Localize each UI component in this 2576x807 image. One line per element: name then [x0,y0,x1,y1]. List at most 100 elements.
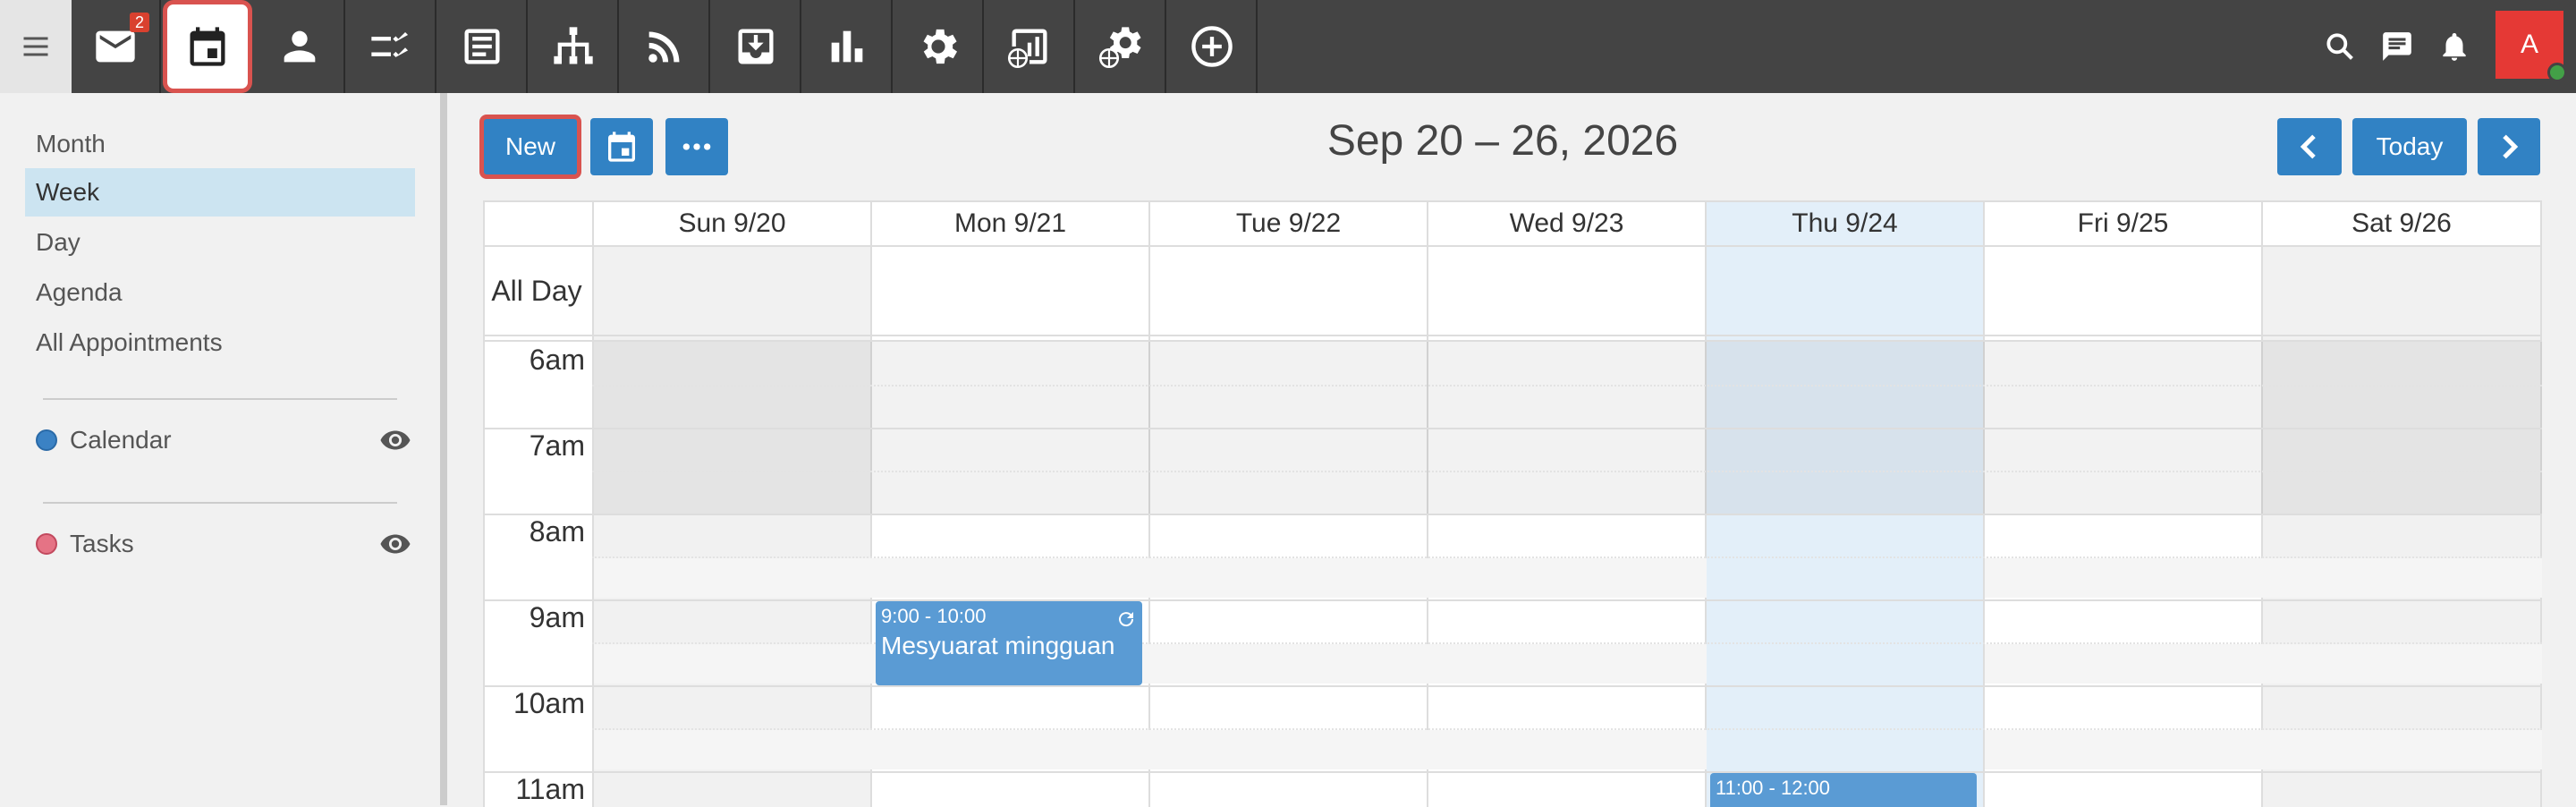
next-week-button[interactable] [2478,118,2540,175]
nav-settings-button[interactable] [894,0,984,93]
eye-visibility-icon[interactable] [379,424,411,456]
half-hour-shade [1985,730,2542,769]
view-week[interactable]: Week [25,168,415,217]
eye-visibility-icon[interactable] [379,528,411,560]
new-appointment-button[interactable]: New [479,115,581,179]
day-column[interactable] [2263,247,2542,807]
nav-calendar-button[interactable] [163,0,252,93]
half-hour-shade [594,644,1707,684]
calendar-list-item[interactable]: Calendar [36,418,411,463]
hour-line [485,514,2542,515]
hour-label: 6am [529,344,585,376]
day-column[interactable] [872,247,1150,807]
nav-reports-button[interactable] [803,0,893,93]
nav-analytics-button[interactable] [986,0,1075,93]
nav-add-app-button[interactable] [1168,0,1258,93]
day-header[interactable]: Mon 9/21 [872,202,1150,247]
calendar-name: Tasks [70,530,134,557]
chevron-left-icon [2300,134,2316,159]
hour-label: 10am [513,687,585,719]
online-status-indicator [2547,63,2567,82]
inbox-download-icon [738,29,774,64]
nav-mail-button[interactable]: 2 [72,0,161,93]
event-title: Mesyuarat mingguan [881,632,1115,659]
calendar-name: Calendar [70,426,172,454]
nav-notes-button[interactable] [438,0,528,93]
appointment-event[interactable]: 9:00 - 10:00 Mesyuarat mingguan [876,601,1142,685]
date-picker-button[interactable] [590,118,653,175]
day-header[interactable]: Wed 9/23 [1428,202,1707,247]
day-header[interactable]: Fri 9/25 [1985,202,2263,247]
half-hour-shade [1985,558,2542,598]
more-horizontal-icon [682,143,711,150]
day-header-today[interactable]: Thu 9/24 [1707,202,1985,247]
notifications-bell-icon [2443,32,2466,61]
day-header[interactable]: Sun 9/20 [594,202,872,247]
calendar-list-item[interactable]: Tasks [36,522,411,566]
hour-label: 7am [529,429,585,462]
chat-icon [2383,32,2411,61]
nav-org-chart-button[interactable] [530,0,619,93]
view-all-appointments[interactable]: All Appointments [25,319,415,367]
contacts-icon [284,30,316,63]
hamburger-menu-button[interactable] [0,0,72,93]
day-header[interactable]: Tue 9/22 [1150,202,1428,247]
day-column[interactable] [1985,247,2263,807]
event-time: 11:00 - 12:00 [1716,777,1831,799]
nav-tasks-button[interactable] [347,0,436,93]
view-month[interactable]: Month [25,120,415,168]
chat-button[interactable] [2370,0,2424,93]
sidebar-divider [43,398,397,400]
calendar-color-dot [36,533,57,555]
event-time: 9:00 - 10:00 [881,605,987,627]
day-column[interactable] [1150,247,1428,807]
all-day-divider [485,340,2542,342]
half-hour-line [592,471,2542,472]
view-agenda[interactable]: Agenda [25,268,415,317]
half-hour-shade [594,730,1707,769]
sidebar-resize-handle[interactable] [440,93,447,805]
hour-line [485,599,2542,601]
header-spacer [485,202,594,247]
notifications-button[interactable] [2428,0,2481,93]
view-day[interactable]: Day [25,218,415,267]
week-grid: Sun 9/20 Mon 9/21 Tue 9/22 Wed 9/23 Thu … [483,200,2542,807]
search-button[interactable] [2313,0,2367,93]
feeds-icon [648,31,680,63]
day-column[interactable] [594,247,872,807]
nav-contacts-button[interactable] [256,0,345,93]
unread-badge: 2 [130,13,150,32]
more-options-button[interactable] [665,118,728,175]
settings-icon [923,29,958,64]
half-hour-shade [594,558,1707,598]
all-day-label: All Day [491,275,582,307]
hour-label: 11am [515,773,585,805]
new-button-label: New [504,132,555,160]
add-app-icon [1191,26,1233,67]
day-header[interactable]: Sat 9/26 [2263,202,2542,247]
day-column[interactable] [1428,247,1707,807]
calendar-icon [190,27,225,66]
analytics-globe-icon [1007,29,1047,69]
nav-inbox-download-button[interactable] [712,0,801,93]
half-hour-line [592,385,2542,387]
nav-feeds-button[interactable] [621,0,710,93]
half-hour-shade [1985,644,2542,684]
admin-settings-globe-icon [1098,27,1141,69]
recurring-refresh-icon [1119,612,1134,627]
nav-admin-settings-button[interactable] [1077,0,1166,93]
previous-week-button[interactable] [2277,118,2342,175]
today-button-label: Today [2376,132,2444,160]
hour-line [485,428,2542,429]
notes-icon [464,29,500,64]
hamburger-icon [23,37,48,56]
all-day-divider [485,335,2542,336]
tasks-icon [371,31,409,57]
appointment-event[interactable]: 11:00 - 12:00 [1710,773,1977,807]
date-range-title: Sep 20 – 26, 2026 [1326,117,1679,165]
calendar-color-dot [36,429,57,451]
reports-icon [831,30,863,63]
today-button[interactable]: Today [2352,118,2467,175]
hour-label: 8am [529,515,585,548]
search-icon [2326,33,2353,60]
